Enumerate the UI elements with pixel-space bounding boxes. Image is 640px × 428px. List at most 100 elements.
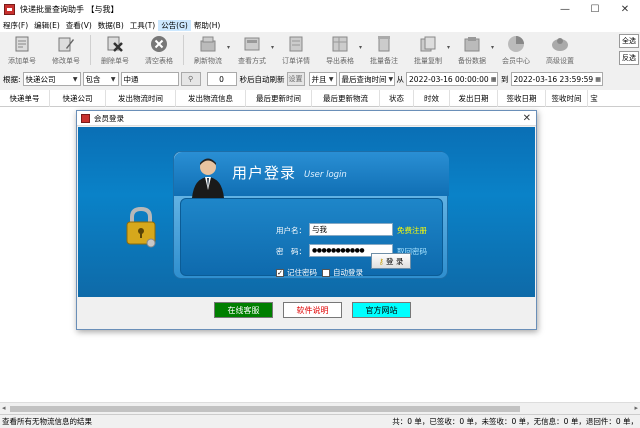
column-header[interactable]: 快递单号 (0, 89, 50, 107)
edit-number-icon (56, 34, 76, 54)
order-detail-label: 订单详情 (282, 57, 310, 65)
password-value: ●●●●●●●●●●● (312, 247, 365, 254)
refresh-settings-button[interactable]: 设置 (286, 72, 305, 86)
batch-remark-icon (374, 34, 394, 54)
column-header[interactable]: 最后更新时间 (246, 89, 312, 107)
column-header[interactable]: 最后更新物流 (312, 89, 380, 107)
clear-table-button[interactable]: 清空表格 (137, 32, 181, 68)
online-service-button[interactable]: 在线客服 (214, 302, 273, 318)
advanced-settings-button[interactable]: 高级设置 (538, 32, 582, 68)
menu-edit[interactable]: 编辑(E) (31, 20, 63, 31)
filter-field-select[interactable]: 快递公司 ▼ (22, 72, 81, 86)
search-icon: ⚲ (187, 75, 194, 83)
select-all-button[interactable]: 全选 (619, 34, 639, 48)
order-detail-button[interactable]: 订单详情 (274, 32, 318, 68)
login-button-label: 登 录 (386, 256, 404, 266)
batch-remark-label: 批量备注 (370, 57, 398, 65)
toolbar-separator (183, 35, 184, 65)
from-date-picker[interactable]: 2022-03-16 00:00:00 ▦ (406, 72, 499, 86)
refresh-logistics-button[interactable]: 刷新物流 ▾ (186, 32, 230, 68)
username-label: 用户名： (276, 226, 306, 235)
username-value: 与我 (312, 225, 327, 234)
advanced-settings-label: 高级设置 (546, 57, 574, 65)
filter-search-button[interactable]: ⚲ (180, 72, 201, 86)
column-header[interactable]: 签收日期 (498, 89, 546, 107)
dialog-close-button[interactable]: ✕ (523, 111, 531, 126)
delete-number-icon (105, 34, 125, 54)
logic-select[interactable]: 并且 ▼ (308, 72, 337, 86)
username-input[interactable]: 与我 (309, 223, 393, 236)
close-button[interactable]: ✕ (610, 0, 640, 18)
filter-op-select[interactable]: 包含 ▼ (82, 72, 119, 86)
column-header[interactable]: 发出日期 (450, 89, 498, 107)
member-center-button[interactable]: 会员中心 (494, 32, 538, 68)
column-header[interactable]: 发出物流时间 (106, 89, 176, 107)
clear-table-label: 清空表格 (145, 57, 173, 65)
clear-table-icon (149, 34, 169, 54)
user-avatar-icon (192, 158, 224, 198)
filter-field-value: 快递公司 (25, 74, 56, 84)
invert-selection-button[interactable]: 反选 (619, 51, 639, 65)
remember-password-label: 记住密码 (287, 268, 317, 277)
refresh-logistics-label: 刷新物流 (194, 57, 222, 65)
login-banner: 用户登录 User login 用户名： 与我 免费注册 密 码： ●●●●●●… (78, 127, 535, 297)
logic-value: 并且 (311, 74, 327, 84)
time-field-value: 最后查询时间 (341, 74, 387, 84)
batch-copy-button[interactable]: 批量复制 ▾ (406, 32, 450, 68)
refresh-seconds-input[interactable]: 0 (206, 72, 237, 86)
menu-bar: 程序(F) 编辑(E) 查看(V) 数据(B) 工具(T) 公告(G) 帮助(H… (0, 18, 640, 32)
menu-data[interactable]: 数据(B) (95, 20, 127, 31)
chevron-down-icon: ▼ (328, 75, 334, 83)
add-number-button[interactable]: 添加单号 (0, 32, 44, 68)
add-number-label: 添加单号 (8, 57, 36, 65)
backup-data-label: 备份数据 (458, 57, 486, 65)
edit-number-button[interactable]: 修改单号 (44, 32, 88, 68)
column-header[interactable]: 时效 (414, 89, 450, 107)
official-site-button[interactable]: 官方网站 (352, 302, 411, 318)
maximize-button[interactable]: ☐ (580, 0, 610, 18)
minimize-button[interactable]: — (550, 0, 580, 18)
software-help-button[interactable]: 软件说明 (283, 302, 342, 318)
to-date-picker[interactable]: 2022-03-16 23:59:59 ▦ (510, 72, 603, 86)
column-header[interactable]: 宝 (588, 90, 600, 107)
column-header[interactable]: 状态 (380, 89, 414, 107)
filter-op-value: 包含 (85, 74, 101, 84)
scroll-right-icon[interactable]: ▸ (634, 404, 638, 412)
scroll-left-icon[interactable]: ◂ (2, 404, 6, 412)
login-button[interactable]: ⚷ 登 录 (371, 253, 411, 269)
column-header[interactable]: 快递公司 (50, 89, 106, 107)
scrollbar-thumb[interactable] (10, 406, 520, 412)
auto-login-label: 自动登录 (333, 268, 363, 277)
menu-tools[interactable]: 工具(T) (127, 20, 158, 31)
menu-help[interactable]: 帮助(H) (191, 20, 224, 31)
menu-view[interactable]: 查看(V) (63, 20, 95, 31)
view-mode-button[interactable]: 查看方式 ▾ (230, 32, 274, 68)
window-title: 快递批量查询助手 【与我】 (20, 4, 119, 14)
add-number-icon (12, 34, 32, 54)
export-table-button[interactable]: 导出表格 ▾ (318, 32, 362, 68)
horizontal-scrollbar[interactable]: ◂ ▸ (0, 402, 640, 414)
view-mode-label: 查看方式 (238, 57, 266, 65)
remember-password-checkbox[interactable]: ✓ 记住密码 (276, 267, 317, 278)
batch-remark-button[interactable]: 批量备注 (362, 32, 406, 68)
filter-label: 根据: (3, 74, 21, 84)
from-date-value: 2022-03-16 00:00:00 (409, 74, 489, 84)
column-header[interactable]: 签收时间 (546, 89, 588, 107)
member-center-icon (506, 34, 526, 54)
register-link[interactable]: 免费注册 (397, 225, 427, 236)
delete-number-label: 删除单号 (101, 57, 129, 65)
menu-notice[interactable]: 公告(G) (158, 19, 191, 31)
auto-login-checkbox[interactable]: 自动登录 (322, 267, 363, 278)
calendar-icon: ▦ (595, 75, 601, 83)
delete-number-button[interactable]: 删除单号 (93, 32, 137, 68)
chevron-down-icon: ▼ (72, 75, 78, 83)
column-header[interactable]: 发出物流信息 (176, 89, 246, 107)
menu-program[interactable]: 程序(F) (0, 20, 31, 31)
title-bar: 快递批量查询助手 【与我】 — ☐ ✕ (0, 0, 640, 18)
backup-data-icon (462, 34, 482, 54)
time-field-select[interactable]: 最后查询时间 ▼ (338, 72, 395, 86)
login-heading: 用户登录 (232, 164, 297, 182)
filter-value-input[interactable]: 中通 (120, 72, 179, 86)
dialog-title-bar: 会员登录 ✕ (77, 111, 536, 126)
backup-data-button[interactable]: 备份数据 ▾ (450, 32, 494, 68)
